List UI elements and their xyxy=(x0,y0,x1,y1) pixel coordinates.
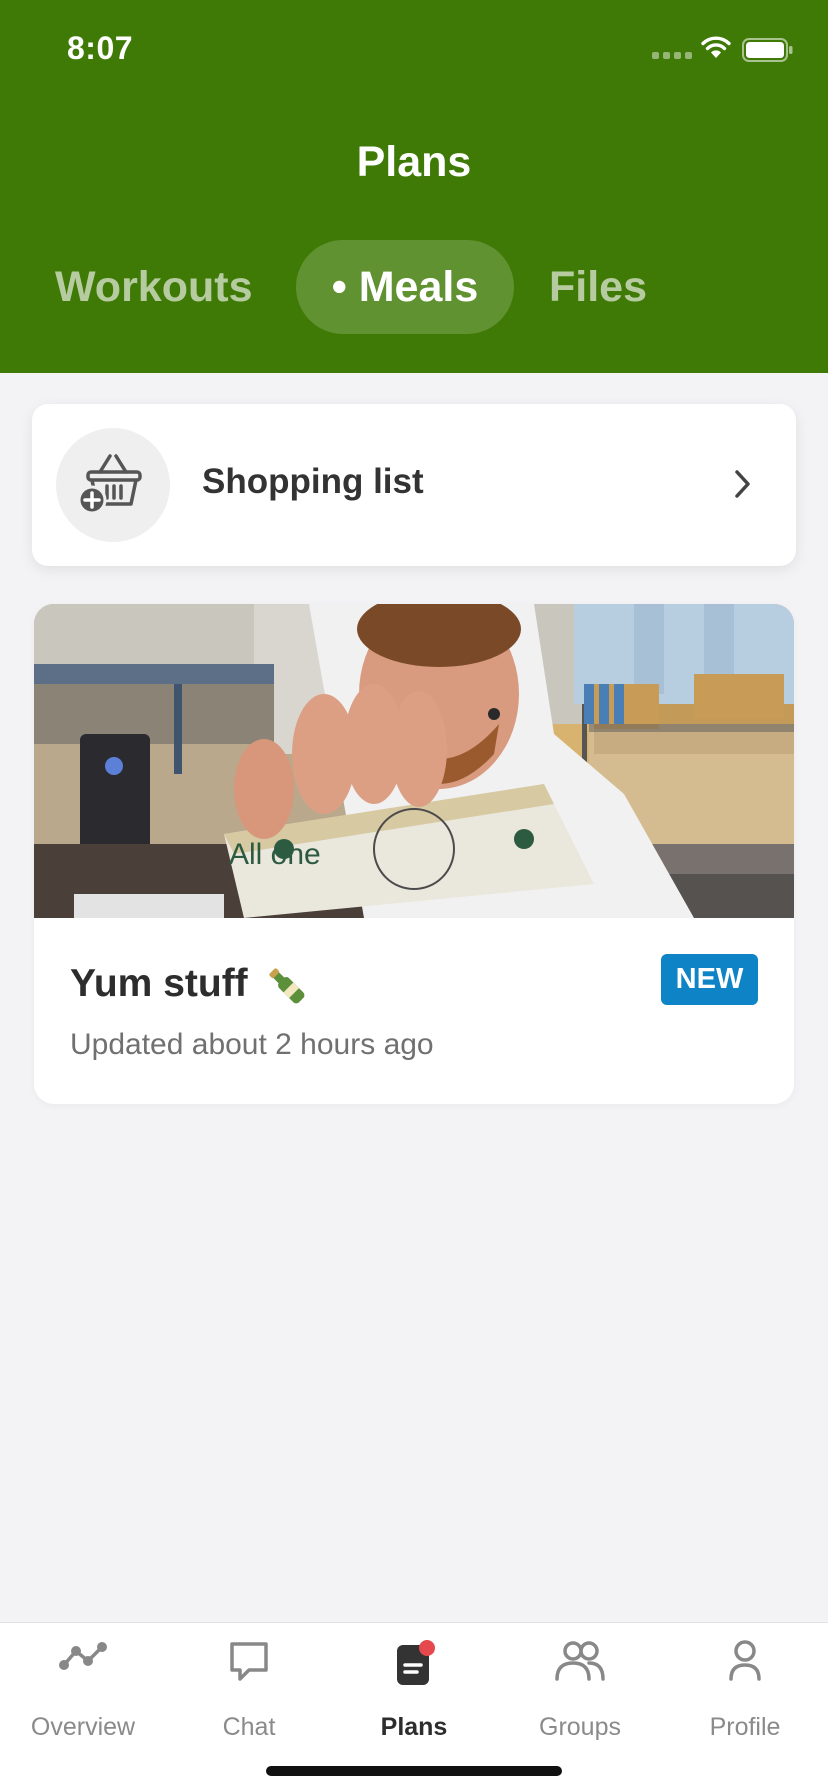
shopping-list-card[interactable]: Shopping list xyxy=(32,404,796,566)
nav-chat-label: Chat xyxy=(222,1713,276,1741)
basket-add-icon xyxy=(77,454,142,515)
chevron-right-icon xyxy=(735,470,750,498)
meal-plan-title-text: Yum stuff xyxy=(70,962,248,1005)
meal-plan-updated: Updated about 2 hours ago xyxy=(70,1028,434,1061)
nav-groups[interactable]: Groups xyxy=(505,1623,655,1753)
tab-files[interactable]: Files xyxy=(549,240,647,334)
home-indicator[interactable] xyxy=(266,1766,562,1776)
new-badge: NEW xyxy=(661,954,758,1005)
photo-package-text: All one xyxy=(229,838,321,871)
chat-bubble-icon xyxy=(230,1642,268,1681)
nav-chat[interactable]: Chat xyxy=(174,1623,324,1753)
groups-icon xyxy=(555,1641,605,1681)
bottle-icon xyxy=(268,968,304,1004)
profile-icon xyxy=(729,1640,761,1681)
nav-groups-label: Groups xyxy=(539,1713,621,1741)
plan-tabs: Workouts • Meals Files xyxy=(0,240,828,334)
notification-dot xyxy=(419,1640,435,1656)
nav-profile[interactable]: Profile xyxy=(670,1623,820,1753)
nav-plans[interactable]: Plans xyxy=(339,1623,489,1753)
activity-graph-icon xyxy=(59,1642,107,1670)
plans-document-icon xyxy=(397,1640,435,1685)
battery-icon xyxy=(742,38,793,62)
tab-workouts[interactable]: Workouts xyxy=(55,240,253,334)
page-title: Plans xyxy=(356,138,472,186)
header: 8:07 Plans Workouts • Meals Files xyxy=(0,0,828,373)
meal-plan-photo: All one xyxy=(34,604,794,918)
status-time: 8:07 xyxy=(67,30,134,66)
nav-overview[interactable]: Overview xyxy=(8,1623,158,1753)
tab-meals[interactable]: • Meals xyxy=(296,240,514,334)
meal-plan-card[interactable]: All one Yum stuff Updated about 2 hours … xyxy=(34,604,794,1104)
nav-profile-label: Profile xyxy=(709,1713,781,1741)
cellular-signal-icon xyxy=(652,52,692,59)
nav-plans-label: Plans xyxy=(380,1713,448,1741)
nav-overview-label: Overview xyxy=(30,1713,136,1741)
meal-plan-title: Yum stuff xyxy=(70,962,309,1008)
wifi-icon xyxy=(701,36,731,58)
status-bar: 8:07 xyxy=(0,0,828,100)
shopping-list-icon-container xyxy=(56,428,170,542)
shopping-list-label: Shopping list xyxy=(202,462,424,501)
